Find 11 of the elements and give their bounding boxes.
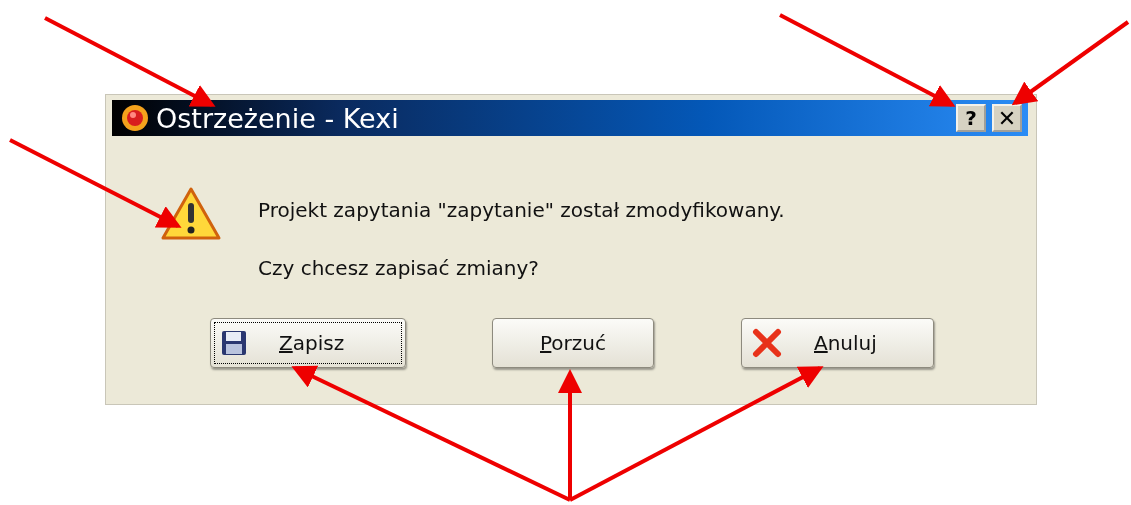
- message-text: Projekt zapytania "zapytanie" został zmodyfikowany.: [258, 198, 785, 222]
- dialog-button[interactable]: Zapisz: [210, 318, 406, 368]
- dialog-button[interactable]: Anuluj: [741, 318, 934, 368]
- close-button[interactable]: ✕: [992, 104, 1022, 132]
- help-button[interactable]: ?: [956, 104, 986, 132]
- app-logo-icon: [120, 103, 150, 133]
- message-text: Czy chcesz zapisać zmiany?: [258, 256, 540, 280]
- cross-icon: [752, 328, 782, 358]
- dialog-button[interactable]: Porzuć: [492, 318, 654, 368]
- window-title: Ostrzeżenie - Kexi: [156, 102, 400, 134]
- warning-icon: [160, 186, 222, 242]
